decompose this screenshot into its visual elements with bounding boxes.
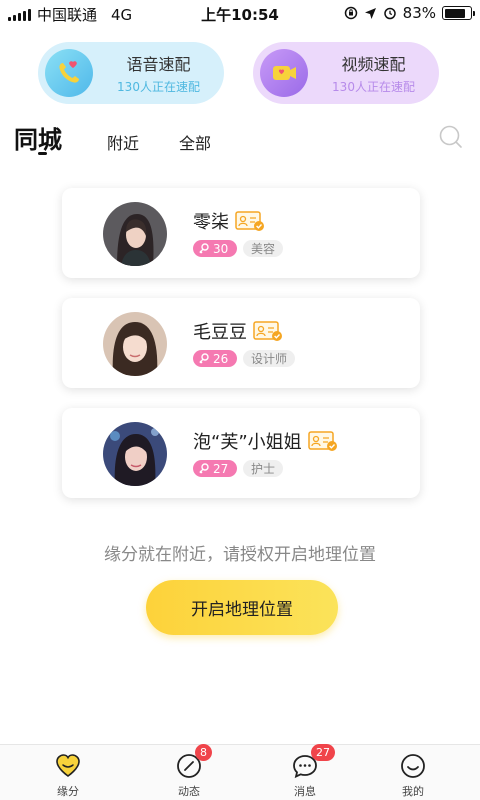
user-name: 零柒 [193,212,229,233]
status-bar: 中国联通 4G 上午10:54 83% [0,0,480,28]
age-value: 30 [213,241,229,256]
user-card[interactable]: 零柒 30 美容 [62,188,420,278]
user-name: 毛豆豆 [193,322,247,343]
rotation-lock-icon [344,6,357,20]
tab-all[interactable]: 全部 [179,130,211,154]
heart-icon [56,754,80,777]
age-tag: 30 [193,240,237,257]
avatar[interactable] [103,312,167,376]
nav-item-fate[interactable]: 缘分 [28,745,108,800]
verified-id-icon [253,321,282,341]
voice-match-text: 语音速配 130人正在速配 [103,51,224,95]
notification-badge: 8 [195,744,212,761]
nav-label: 动态 [178,785,200,798]
nav-label: 消息 [294,785,316,798]
age-value: 26 [213,351,229,366]
nav-item-messages[interactable]: 27 消息 [265,744,345,800]
video-match-subtitle: 130人正在速配 [332,80,415,94]
battery-icon [442,6,475,20]
tag-row: 27 护士 [193,460,284,477]
name-row: 泡“芙”小姐姐 [193,428,338,454]
user-card[interactable]: 泡“芙”小姐姐 27 护士 [62,408,420,498]
female-icon [199,462,209,473]
video-match-text: 视频速配 130人正在速配 [318,51,439,95]
video-heart-icon [260,49,308,97]
enable-location-button[interactable]: 开启地理位置 [146,580,338,635]
tag-row: 30 美容 [193,240,284,257]
battery-fill [444,8,466,18]
voice-match-button[interactable]: 语音速配 130人正在速配 [38,42,224,104]
smiley-icon [401,754,425,778]
battery-percent: 83% [402,4,436,22]
active-tab-indicator [38,152,47,155]
age-tag: 27 [193,460,237,477]
video-match-button[interactable]: 视频速配 130人正在速配 [253,42,439,104]
nav-item-moments[interactable]: 8 动态 [149,744,229,800]
video-match-title: 视频速配 [341,55,406,74]
phone-heart-icon [45,49,93,97]
job-tag: 美容 [243,240,284,257]
female-icon [199,352,209,363]
verified-id-icon [307,431,337,451]
filter-tabs: 同城 附近 全部 [14,120,474,160]
tab-same-city[interactable]: 同城 [14,120,62,155]
avatar[interactable] [103,202,167,266]
job-tag: 设计师 [243,350,296,367]
user-name: 泡“芙”小姐姐 [193,432,302,453]
age-tag: 26 [193,350,237,367]
alarm-icon [383,7,396,20]
female-icon [199,242,209,253]
age-value: 27 [213,461,229,476]
nav-item-profile[interactable]: 我的 [373,745,453,800]
tag-row: 26 设计师 [193,350,296,367]
notification-badge: 27 [311,744,335,761]
bottom-nav: 缘分 8 动态 27 消息 我的 [0,744,480,800]
nav-label: 我的 [402,785,424,798]
search-icon[interactable] [438,124,464,150]
voice-match-subtitle: 130人正在速配 [117,80,200,94]
user-card[interactable]: 毛豆豆 26 设计师 [62,298,420,388]
nav-label: 缘分 [57,785,79,798]
avatar[interactable] [103,422,167,486]
location-arrow-icon [364,7,376,19]
job-tag: 护士 [243,460,284,477]
tab-nearby[interactable]: 附近 [107,130,139,154]
location-prompt-text: 缘分就在附近，请授权开启地理位置 [104,545,376,565]
name-row: 零柒 [193,208,265,234]
name-row: 毛豆豆 [193,318,283,344]
voice-match-title: 语音速配 [126,55,191,74]
verified-id-icon [235,211,264,231]
status-right: 83% [344,4,475,22]
